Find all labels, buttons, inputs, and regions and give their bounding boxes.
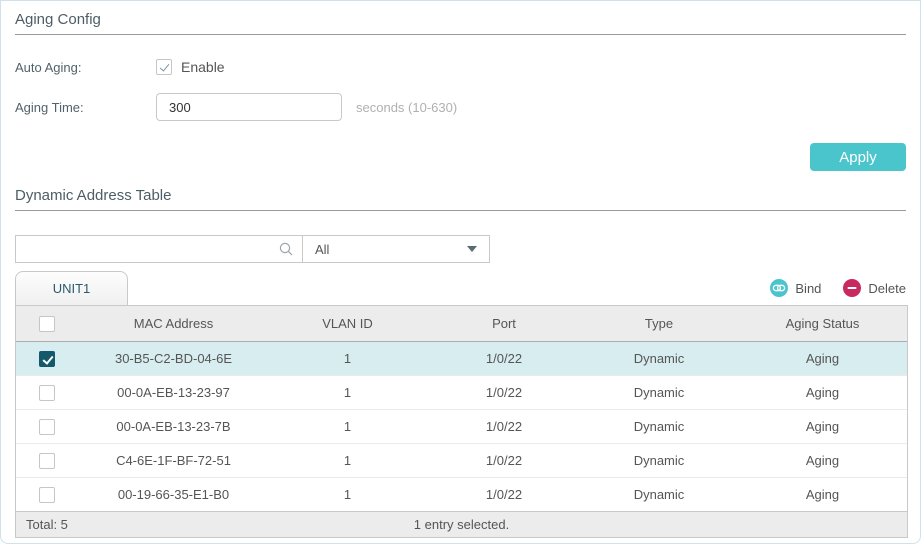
section-divider bbox=[15, 34, 906, 35]
dynamic-address-table: MAC Address VLAN ID Port Type Aging Stat… bbox=[15, 305, 908, 538]
search-box bbox=[15, 235, 303, 263]
cell-aging-status: Aging bbox=[736, 351, 909, 366]
cell-port: 1/0/22 bbox=[426, 351, 582, 366]
chevron-down-icon bbox=[467, 246, 477, 252]
row-checkbox-cell bbox=[16, 453, 78, 469]
cell-aging-status: Aging bbox=[736, 453, 909, 468]
cell-port: 1/0/22 bbox=[426, 419, 582, 434]
link-icon bbox=[770, 279, 788, 297]
table-header-row: MAC Address VLAN ID Port Type Aging Stat… bbox=[16, 306, 907, 342]
cell-mac: 00-0A-EB-13-23-7B bbox=[78, 419, 269, 434]
column-header-type: Type bbox=[582, 316, 736, 331]
cell-mac: C4-6E-1F-BF-72-51 bbox=[78, 453, 269, 468]
cell-vlan: 1 bbox=[269, 385, 426, 400]
cell-port: 1/0/22 bbox=[426, 453, 582, 468]
table-footer: Total: 5 1 entry selected. bbox=[16, 511, 907, 537]
cell-vlan: 1 bbox=[269, 453, 426, 468]
row-checkbox-cell bbox=[16, 385, 78, 401]
dynamic-table-title: Dynamic Address Table bbox=[15, 185, 906, 207]
cell-aging-status: Aging bbox=[736, 487, 909, 502]
table-row[interactable]: 30-B5-C2-BD-04-6E 1 1/0/22 Dynamic Aging bbox=[16, 342, 907, 376]
row-checkbox[interactable] bbox=[39, 351, 55, 367]
column-header-aging-status: Aging Status bbox=[736, 316, 909, 331]
aging-time-row: Aging Time: seconds (10-630) bbox=[15, 93, 906, 121]
dynamic-address-table-section: Dynamic Address Table All UNIT1 bbox=[1, 185, 920, 538]
search-input[interactable] bbox=[16, 236, 274, 262]
cell-vlan: 1 bbox=[269, 487, 426, 502]
table-actions: Bind Delete bbox=[770, 279, 906, 305]
cell-mac: 30-B5-C2-BD-04-6E bbox=[78, 351, 269, 366]
tab-unit1[interactable]: UNIT1 bbox=[15, 271, 128, 305]
cell-aging-status: Aging bbox=[736, 385, 909, 400]
aging-time-label: Aging Time: bbox=[15, 100, 156, 115]
row-checkbox[interactable] bbox=[39, 453, 55, 469]
auto-aging-label: Auto Aging: bbox=[15, 60, 156, 75]
table-row[interactable]: 00-0A-EB-13-23-97 1 1/0/22 Dynamic Aging bbox=[16, 376, 907, 410]
auto-aging-row: Auto Aging: Enable bbox=[15, 53, 906, 81]
apply-row: Apply bbox=[15, 143, 906, 171]
page-frame: Aging Config Auto Aging: Enable Aging Ti… bbox=[0, 0, 921, 544]
bind-button[interactable]: Bind bbox=[770, 279, 821, 297]
filter-selected-value: All bbox=[315, 242, 329, 257]
aging-time-hint: seconds (10-630) bbox=[356, 100, 457, 115]
row-checkbox-cell bbox=[16, 419, 78, 435]
enable-label: Enable bbox=[181, 59, 225, 75]
aging-config-title: Aging Config bbox=[15, 9, 906, 31]
row-checkbox[interactable] bbox=[39, 385, 55, 401]
search-icon[interactable] bbox=[274, 241, 302, 257]
row-checkbox-cell bbox=[16, 351, 78, 367]
column-header-mac: MAC Address bbox=[78, 316, 269, 331]
cell-type: Dynamic bbox=[582, 351, 736, 366]
filter-dropdown[interactable]: All bbox=[302, 235, 490, 263]
section-divider bbox=[15, 210, 906, 211]
header-checkbox-cell bbox=[16, 316, 78, 332]
delete-label: Delete bbox=[868, 281, 906, 296]
cell-mac: 00-0A-EB-13-23-97 bbox=[78, 385, 269, 400]
cell-type: Dynamic bbox=[582, 419, 736, 434]
row-checkbox[interactable] bbox=[39, 419, 55, 435]
table-toolbar: UNIT1 Bind bbox=[15, 271, 906, 305]
cell-type: Dynamic bbox=[582, 385, 736, 400]
aging-time-input[interactable] bbox=[156, 93, 342, 121]
row-checkbox-cell bbox=[16, 487, 78, 503]
cell-vlan: 1 bbox=[269, 419, 426, 434]
search-filter-row: All bbox=[15, 235, 906, 263]
select-all-checkbox[interactable] bbox=[39, 316, 55, 332]
minus-circle-icon bbox=[843, 279, 861, 297]
row-checkbox[interactable] bbox=[39, 487, 55, 503]
auto-aging-checkbox[interactable] bbox=[156, 59, 172, 75]
cell-mac: 00-19-66-35-E1-B0 bbox=[78, 487, 269, 502]
selection-status: 1 entry selected. bbox=[16, 517, 907, 532]
cell-type: Dynamic bbox=[582, 453, 736, 468]
cell-port: 1/0/22 bbox=[426, 487, 582, 502]
delete-button[interactable]: Delete bbox=[843, 279, 906, 297]
cell-port: 1/0/22 bbox=[426, 385, 582, 400]
table-row[interactable]: 00-0A-EB-13-23-7B 1 1/0/22 Dynamic Aging bbox=[16, 410, 907, 444]
bind-label: Bind bbox=[795, 281, 821, 296]
column-header-vlan: VLAN ID bbox=[269, 316, 426, 331]
cell-vlan: 1 bbox=[269, 351, 426, 366]
column-header-port: Port bbox=[426, 316, 582, 331]
aging-config-section: Aging Config Auto Aging: Enable Aging Ti… bbox=[1, 9, 920, 171]
cell-aging-status: Aging bbox=[736, 419, 909, 434]
table-row[interactable]: C4-6E-1F-BF-72-51 1 1/0/22 Dynamic Aging bbox=[16, 444, 907, 478]
cell-type: Dynamic bbox=[582, 487, 736, 502]
table-row[interactable]: 00-19-66-35-E1-B0 1 1/0/22 Dynamic Aging bbox=[16, 478, 907, 512]
apply-button[interactable]: Apply bbox=[810, 143, 906, 171]
